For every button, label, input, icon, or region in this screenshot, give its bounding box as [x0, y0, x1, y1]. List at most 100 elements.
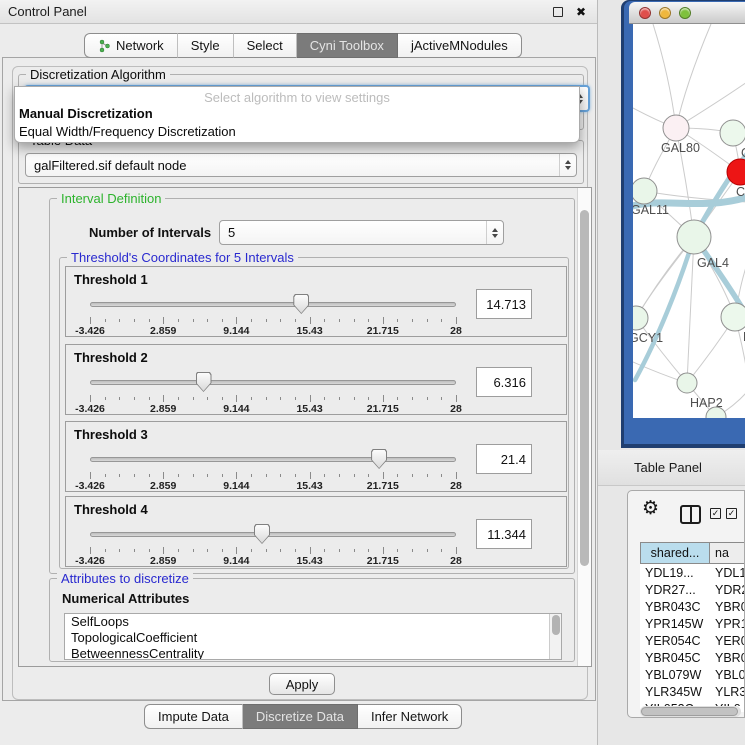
network-canvas[interactable]: GAL80GCGAL11GAL4GCY1HHAP2 [633, 24, 745, 418]
column-header-shared-name[interactable]: shared... [640, 542, 710, 564]
minimize-traffic-light-icon[interactable] [659, 7, 671, 19]
network-node[interactable] [720, 120, 745, 146]
cell-shared-name: YBR045C [640, 651, 710, 665]
threshold-slider[interactable]: -3.4262.8599.14415.4321.71528 [90, 523, 456, 567]
horizontal-scrollbar[interactable] [640, 706, 741, 717]
group-title: Attributes to discretize [57, 571, 193, 586]
table-body: YDL19...YDL1YDR27...YDR2YBR043CYBR0YPR14… [640, 564, 744, 706]
table-row[interactable]: YDR27...YDR2 [640, 581, 744, 598]
scrollbar-thumb[interactable] [641, 707, 738, 716]
cell-name: YER0 [710, 634, 744, 648]
node-label: GAL80 [661, 141, 700, 155]
network-node[interactable] [677, 373, 697, 393]
node-label: GAL4 [697, 256, 729, 270]
tab-impute-data[interactable]: Impute Data [144, 704, 243, 729]
table-data-select[interactable]: galFiltered.sif default node [25, 153, 577, 177]
slider-scale-labels: -3.4262.8599.14415.4321.71528 [90, 325, 456, 337]
bottom-tab-bar: Impute DataDiscretize DataInfer Network [144, 704, 462, 729]
network-node[interactable] [633, 178, 657, 204]
numerical-attributes-list[interactable]: SelfLoopsTopologicalCoefficientBetweenne… [64, 613, 562, 660]
table-row[interactable]: YLR345WYLR3 [640, 683, 744, 700]
columns-icon[interactable] [680, 505, 701, 524]
cell-shared-name: YBR043C [640, 600, 710, 614]
threshold-panel: Threshold 1-3.4262.8599.14415.4321.71528… [65, 266, 567, 337]
threshold-slider[interactable]: -3.4262.8599.14415.4321.71528 [90, 371, 456, 415]
threshold-value-field[interactable]: 21.4 [476, 444, 532, 474]
tab-style[interactable]: Style [178, 33, 234, 58]
attribute-item[interactable]: SelfLoops [65, 614, 561, 630]
tab-network[interactable]: Network [84, 33, 178, 58]
slider-ticks [90, 395, 456, 402]
attribute-items: SelfLoopsTopologicalCoefficientBetweenne… [65, 614, 561, 660]
threshold-slider[interactable]: -3.4262.8599.14415.4321.71528 [90, 293, 456, 337]
attributes-scrollbar[interactable] [549, 614, 561, 659]
algorithm-option[interactable]: Equal Width/Frequency Discretization [15, 123, 579, 141]
gear-icon[interactable]: ⚙ [642, 499, 659, 518]
table-row[interactable]: YBR043CYBR0 [640, 598, 744, 615]
slider-track [90, 380, 456, 385]
threshold-panel: Threshold 4-3.4262.8599.14415.4321.71528… [65, 496, 567, 567]
slider-scale-labels: -3.4262.8599.14415.4321.71528 [90, 480, 456, 492]
control-panel-window: Control Panel ✖ Network Style SelectCyni T… [0, 0, 598, 745]
algorithm-option[interactable]: Manual Discretization [15, 105, 579, 123]
threshold-value-field[interactable]: 6.316 [476, 367, 532, 397]
slider-handle[interactable] [293, 294, 309, 314]
scrollbar-thumb[interactable] [552, 615, 560, 635]
number-of-intervals-select[interactable]: 5 [219, 220, 504, 245]
slider-handle[interactable] [196, 372, 212, 392]
cell-name: YLR3 [710, 685, 744, 699]
settings-scroll-panel: Interval Definition Number of Intervals … [18, 187, 592, 667]
cell-shared-name: YDR27... [640, 583, 710, 597]
slider-ticks [90, 547, 456, 554]
table-row[interactable]: YBL079WYBL0 [640, 666, 744, 683]
group-title: Threshold's Coordinates for 5 Intervals [67, 250, 298, 265]
scrollbar-thumb[interactable] [580, 210, 589, 566]
zoom-traffic-light-icon[interactable] [679, 7, 691, 19]
checked-checkbox-icon[interactable]: ✓ [726, 508, 737, 519]
slider-handle[interactable] [371, 449, 387, 469]
node-label: C [736, 185, 745, 199]
network-node[interactable] [677, 220, 711, 254]
vertical-scrollbar[interactable] [577, 188, 591, 666]
tab-content-area: Discretization Algorithm Select algorith… [2, 57, 596, 701]
dropdown-hint: Select algorithm to view settings [15, 87, 579, 105]
close-icon[interactable]: ✖ [576, 6, 586, 18]
float-window-icon[interactable] [553, 7, 563, 17]
apply-button[interactable]: Apply [269, 673, 335, 695]
network-icon [98, 39, 111, 53]
table-row[interactable]: YER054CYER0 [640, 632, 744, 649]
network-node[interactable] [663, 115, 689, 141]
table-row[interactable]: YDL19...YDL1 [640, 564, 744, 581]
tab-label: Style [191, 38, 220, 53]
tab-label: Network [116, 38, 164, 53]
cell-shared-name: YPR145W [640, 617, 710, 631]
tab-jactivemnodules[interactable]: jActiveMNodules [398, 33, 522, 58]
node-table: shared... na YDL19...YDL1YDR27...YDR2YBR… [640, 542, 744, 712]
threshold-value-field[interactable]: 11.344 [476, 519, 532, 549]
table-row[interactable]: YBR045CYBR0 [640, 649, 744, 666]
checked-checkbox-icon[interactable]: ✓ [710, 508, 721, 519]
control-panel-titlebar: Control Panel ✖ [0, 0, 597, 24]
network-node[interactable] [721, 303, 745, 331]
slider-scale-labels: -3.4262.8599.14415.4321.71528 [90, 555, 456, 567]
tab-discretize-data[interactable]: Discretize Data [243, 704, 358, 729]
column-header-name[interactable]: na [710, 542, 744, 564]
threshold-value-field[interactable]: 14.713 [476, 289, 532, 319]
cell-shared-name: YER054C [640, 634, 710, 648]
slider-ticks [90, 472, 456, 479]
close-traffic-light-icon[interactable] [639, 7, 651, 19]
network-node[interactable] [633, 306, 648, 330]
tab-infer-network[interactable]: Infer Network [358, 704, 462, 729]
attribute-item[interactable]: TopologicalCoefficient [65, 630, 561, 646]
table-row[interactable]: YPR145WYPR1 [640, 615, 744, 632]
tab-select[interactable]: Select [234, 33, 297, 58]
group-title: Interval Definition [57, 191, 165, 206]
network-graph: GAL80GCGAL11GAL4GCY1HHAP2 [633, 24, 745, 418]
tab-cyni-toolbox[interactable]: Cyni Toolbox [297, 33, 398, 58]
numerical-attributes-heading: Numerical Attributes [62, 591, 189, 606]
cell-name: YBL0 [710, 668, 744, 682]
threshold-slider[interactable]: -3.4262.8599.14415.4321.71528 [90, 448, 456, 492]
slider-track [90, 457, 456, 462]
slider-handle[interactable] [254, 524, 270, 544]
attribute-item[interactable]: BetweennessCentrality [65, 646, 561, 660]
